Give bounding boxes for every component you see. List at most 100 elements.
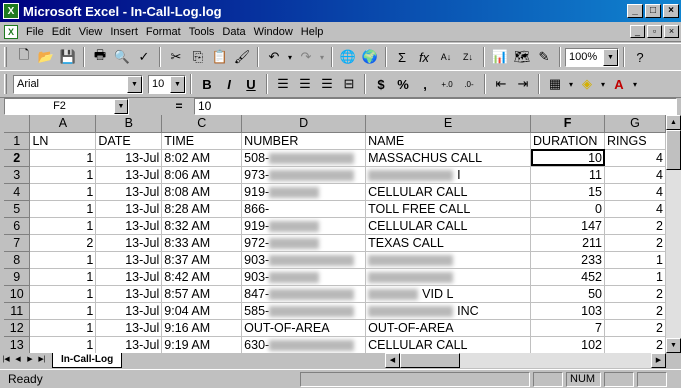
cell-g[interactable]: 2 — [604, 302, 666, 320]
cell-e[interactable]: I — [365, 166, 532, 184]
spreadsheet-grid[interactable]: A B C D E F G 1 LN DATE TIME NUMBER NAME DURAT… — [4, 115, 666, 353]
cell-a[interactable]: 1 — [29, 285, 97, 303]
cell-c[interactable]: 8:57 AM — [161, 285, 243, 303]
cell-d[interactable]: 630- — [241, 336, 367, 353]
cell-f[interactable]: 50 — [530, 285, 605, 303]
font-size-select[interactable]: 10 ▼ — [148, 74, 186, 94]
cell-b[interactable]: 13-Jul — [95, 217, 163, 235]
cell-e[interactable]: NAME — [365, 132, 532, 150]
percent-button[interactable]: % — [392, 73, 414, 95]
cell-g[interactable]: 2 — [604, 319, 666, 337]
cell-f[interactable]: 147 — [530, 217, 605, 235]
cell-f[interactable]: 15 — [530, 183, 605, 201]
menu-window[interactable]: Window — [250, 26, 297, 38]
cell-d[interactable]: 919- — [241, 217, 367, 235]
cell-b[interactable]: 13-Jul — [95, 285, 163, 303]
minimize-button[interactable]: _ — [627, 4, 643, 18]
autosum-icon[interactable]: Σ — [391, 46, 413, 68]
column-header-a[interactable]: A — [29, 115, 97, 133]
next-sheet-icon[interactable]: ▶ — [24, 354, 36, 367]
cell-c[interactable]: 8:06 AM — [161, 166, 243, 184]
scroll-down-icon[interactable]: ▼ — [666, 338, 681, 353]
cell-a[interactable]: 1 — [29, 336, 97, 353]
row-header[interactable]: 4 — [4, 183, 31, 201]
chevron-down-icon[interactable]: ▼ — [603, 48, 618, 66]
cell-c[interactable]: 9:04 AM — [161, 302, 243, 320]
menu-help[interactable]: Help — [297, 26, 328, 38]
align-right-icon[interactable]: ☰ — [316, 73, 338, 95]
cell-c[interactable]: 9:19 AM — [161, 336, 243, 353]
comma-button[interactable]: , — [414, 73, 436, 95]
sort-ascending-icon[interactable]: A↓ — [435, 46, 457, 68]
column-header-d[interactable]: D — [241, 115, 367, 133]
cell-d[interactable]: 585- — [241, 302, 367, 320]
cell-b[interactable]: 13-Jul — [95, 166, 163, 184]
cell-a[interactable]: 1 — [29, 166, 97, 184]
cell-b[interactable]: 13-Jul — [95, 336, 163, 353]
formula-input[interactable]: 10 — [194, 97, 677, 115]
underline-button[interactable]: U — [240, 73, 262, 95]
decrease-decimal-icon[interactable]: .0- — [458, 73, 480, 95]
cell-b[interactable]: 13-Jul — [95, 268, 163, 286]
toolbar-grip[interactable] — [4, 47, 7, 67]
cell-e[interactable]: CELLULAR CALL — [365, 217, 532, 235]
cell-e[interactable]: OUT-OF-AREA — [365, 319, 532, 337]
sort-descending-icon[interactable]: Z↓ — [457, 46, 479, 68]
cell-e[interactable]: VID L — [365, 285, 532, 303]
cell-e[interactable]: INC — [365, 302, 532, 320]
excel-app-icon[interactable]: X — [3, 3, 19, 19]
hyperlink-icon[interactable]: 🌐 — [337, 46, 359, 68]
prev-sheet-icon[interactable]: ◀ — [12, 354, 24, 367]
cell-b[interactable]: 13-Jul — [95, 200, 163, 218]
save-icon[interactable]: 💾 — [57, 46, 79, 68]
menu-format[interactable]: Format — [142, 26, 185, 38]
cell-e[interactable]: CELLULAR CALL — [365, 183, 532, 201]
first-sheet-icon[interactable]: |◀ — [0, 354, 12, 367]
cell-b[interactable]: 13-Jul — [95, 183, 163, 201]
cell-b[interactable]: 13-Jul — [95, 251, 163, 269]
paste-icon[interactable]: 📋 — [209, 46, 231, 68]
cell-d[interactable]: 903- — [241, 251, 367, 269]
cell-f[interactable]: 102 — [530, 336, 605, 353]
currency-button[interactable]: $ — [370, 73, 392, 95]
cell-g[interactable]: RINGS — [604, 132, 666, 150]
row-header[interactable]: 3 — [4, 166, 31, 184]
cell-e[interactable]: TOLL FREE CALL — [365, 200, 532, 218]
row-header[interactable]: 13 — [4, 336, 31, 353]
menu-tools[interactable]: Tools — [185, 26, 219, 38]
cell-b[interactable]: 13-Jul — [95, 302, 163, 320]
column-header-b[interactable]: B — [95, 115, 163, 133]
web-toolbar-icon[interactable]: 🌍 — [359, 46, 381, 68]
fill-color-icon[interactable]: ◈ — [576, 73, 598, 95]
undo-dropdown-icon[interactable]: ▾ — [285, 46, 295, 68]
cell-f[interactable]: 0 — [530, 200, 605, 218]
workbook-icon[interactable]: X — [4, 24, 18, 39]
cell-e[interactable]: MASSACHUS CALL — [365, 149, 532, 167]
cell-a[interactable]: 1 — [29, 217, 97, 235]
cell-d[interactable]: 508- — [241, 149, 367, 167]
cell-d[interactable]: OUT-OF-AREA — [241, 319, 367, 337]
cell-g[interactable]: 1 — [604, 251, 666, 269]
font-color-dropdown-icon[interactable]: ▾ — [630, 73, 640, 95]
cell-a[interactable]: 1 — [29, 302, 97, 320]
maximize-button[interactable]: □ — [645, 4, 661, 18]
new-icon[interactable]: 🗋 — [13, 46, 35, 68]
vertical-scrollbar[interactable]: ▲ ▼ — [666, 115, 681, 353]
cell-a[interactable]: 1 — [29, 149, 97, 167]
menu-view[interactable]: View — [75, 26, 107, 38]
align-left-icon[interactable]: ☰ — [272, 73, 294, 95]
row-header[interactable]: 11 — [4, 302, 31, 320]
spelling-icon[interactable]: ✓ — [133, 46, 155, 68]
menu-file[interactable]: File — [22, 26, 48, 38]
cell-f[interactable]: 10 — [530, 149, 605, 167]
row-header[interactable]: 10 — [4, 285, 31, 303]
bold-button[interactable]: B — [196, 73, 218, 95]
cut-icon[interactable]: ✂ — [165, 46, 187, 68]
cell-e[interactable] — [365, 268, 532, 286]
function-icon[interactable]: fx — [413, 46, 435, 68]
format-painter-icon[interactable]: 🖌 — [231, 46, 253, 68]
chevron-down-icon[interactable]: ▼ — [127, 75, 142, 93]
vertical-scroll-thumb[interactable] — [666, 130, 681, 170]
menu-data[interactable]: Data — [218, 26, 249, 38]
cell-d[interactable]: 903- — [241, 268, 367, 286]
